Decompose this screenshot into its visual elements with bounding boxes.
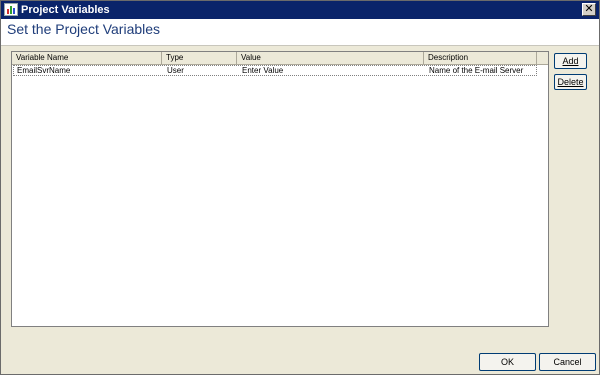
cell-type[interactable]: User bbox=[164, 66, 239, 75]
column-header-description[interactable]: Description bbox=[424, 52, 537, 64]
variables-table[interactable]: Variable Name Type Value Description Ema… bbox=[11, 51, 549, 327]
page-title: Set the Project Variables bbox=[7, 21, 161, 37]
delete-button[interactable]: Delete bbox=[554, 74, 587, 90]
dialog-header: Set the Project Variables bbox=[1, 19, 599, 46]
table-row[interactable]: EmailSvrName User Enter Value Name of th… bbox=[13, 65, 537, 76]
column-header-variable-name[interactable]: Variable Name bbox=[12, 52, 162, 64]
cell-variable-name[interactable]: EmailSvrName bbox=[14, 66, 164, 75]
cancel-button[interactable]: Cancel bbox=[539, 353, 596, 371]
column-header-type[interactable]: Type bbox=[162, 52, 237, 64]
ok-button-label: OK bbox=[500, 357, 514, 367]
table-header: Variable Name Type Value Description bbox=[12, 52, 548, 65]
column-header-value[interactable]: Value bbox=[237, 52, 424, 64]
ok-button[interactable]: OK bbox=[479, 353, 536, 371]
cancel-button-label: Cancel bbox=[553, 357, 582, 367]
add-button-label: Add bbox=[562, 56, 579, 66]
close-icon[interactable]: ✕ bbox=[582, 3, 596, 16]
dialog-body: Variable Name Type Value Description Ema… bbox=[1, 46, 599, 374]
add-button[interactable]: Add bbox=[554, 53, 587, 69]
cell-value[interactable]: Enter Value bbox=[239, 66, 426, 75]
chart-icon bbox=[4, 3, 18, 16]
delete-button-label: Delete bbox=[557, 77, 584, 87]
title-bar[interactable]: Project Variables ✕ bbox=[1, 1, 599, 19]
project-variables-dialog: Project Variables ✕ Set the Project Vari… bbox=[0, 0, 600, 375]
window-title: Project Variables bbox=[21, 4, 110, 16]
cell-description[interactable]: Name of the E-mail Server bbox=[426, 66, 538, 75]
